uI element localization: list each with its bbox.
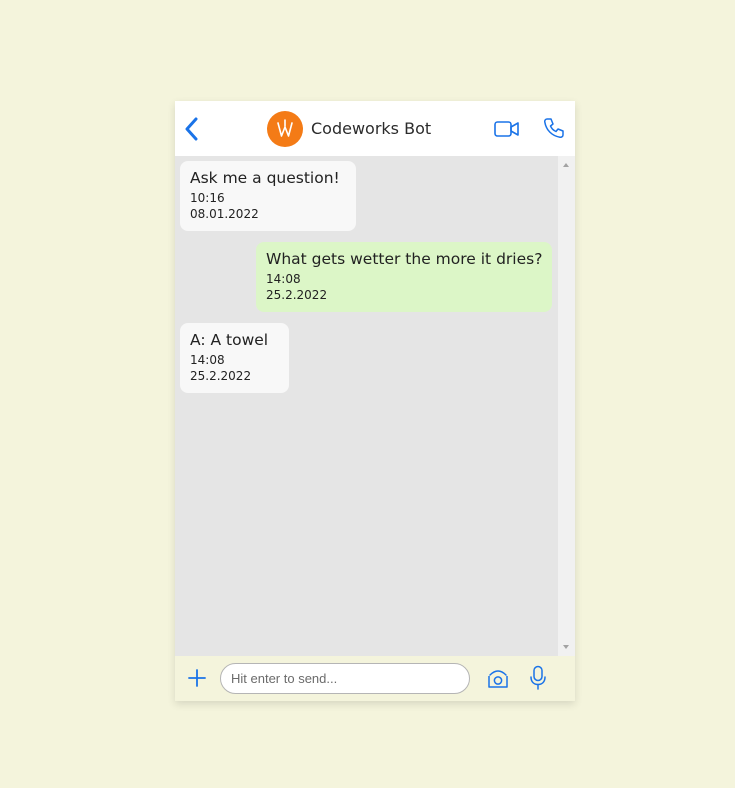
message-text: What gets wetter the more it dries? — [266, 250, 543, 268]
plus-icon — [188, 669, 206, 687]
message-date: 25.2.2022 — [266, 288, 328, 302]
add-attachment-button[interactable] — [187, 668, 207, 688]
message-bubble-user: What gets wetter the more it dries? 14:0… — [256, 242, 552, 312]
video-camera-icon — [494, 121, 519, 137]
message-bubble-bot: A: A towel 14:08 25.2.2022 — [180, 323, 289, 393]
microphone-button[interactable] — [529, 665, 547, 691]
chat-header: Codeworks Bot — [175, 101, 575, 156]
back-button[interactable] — [181, 115, 203, 143]
camera-icon — [488, 670, 508, 688]
voice-call-button[interactable] — [542, 116, 566, 140]
message-text: Ask me a question! — [190, 169, 340, 187]
message-date: 25.2.2022 — [190, 369, 252, 383]
message-input[interactable] — [220, 663, 470, 694]
message-time: 14:08 — [190, 353, 225, 367]
video-call-button[interactable] — [493, 118, 521, 140]
avatar — [267, 111, 303, 147]
chevron-left-icon — [185, 117, 198, 141]
scroll-down-arrow-icon[interactable] — [563, 645, 569, 649]
scroll-up-arrow-icon[interactable] — [563, 163, 569, 167]
message-list[interactable]: Ask me a question! 10:16 08.01.2022 What… — [175, 156, 558, 656]
composer-bar — [175, 656, 575, 701]
phone-icon — [544, 118, 564, 138]
message-text: A: A towel — [190, 331, 269, 349]
message-bubble-bot: Ask me a question! 10:16 08.01.2022 — [180, 161, 356, 231]
message-time: 10:16 — [190, 191, 225, 205]
chat-window: Codeworks Bot Ask me a question! 10:16 0… — [175, 101, 575, 701]
message-time: 14:08 — [266, 272, 301, 286]
microphone-icon — [530, 665, 546, 690]
camera-button[interactable] — [487, 668, 509, 690]
scrollbar[interactable] — [558, 156, 575, 656]
bot-name: Codeworks Bot — [311, 119, 432, 138]
message-date: 08.01.2022 — [190, 207, 259, 221]
codeworks-logo-icon — [277, 119, 293, 137]
